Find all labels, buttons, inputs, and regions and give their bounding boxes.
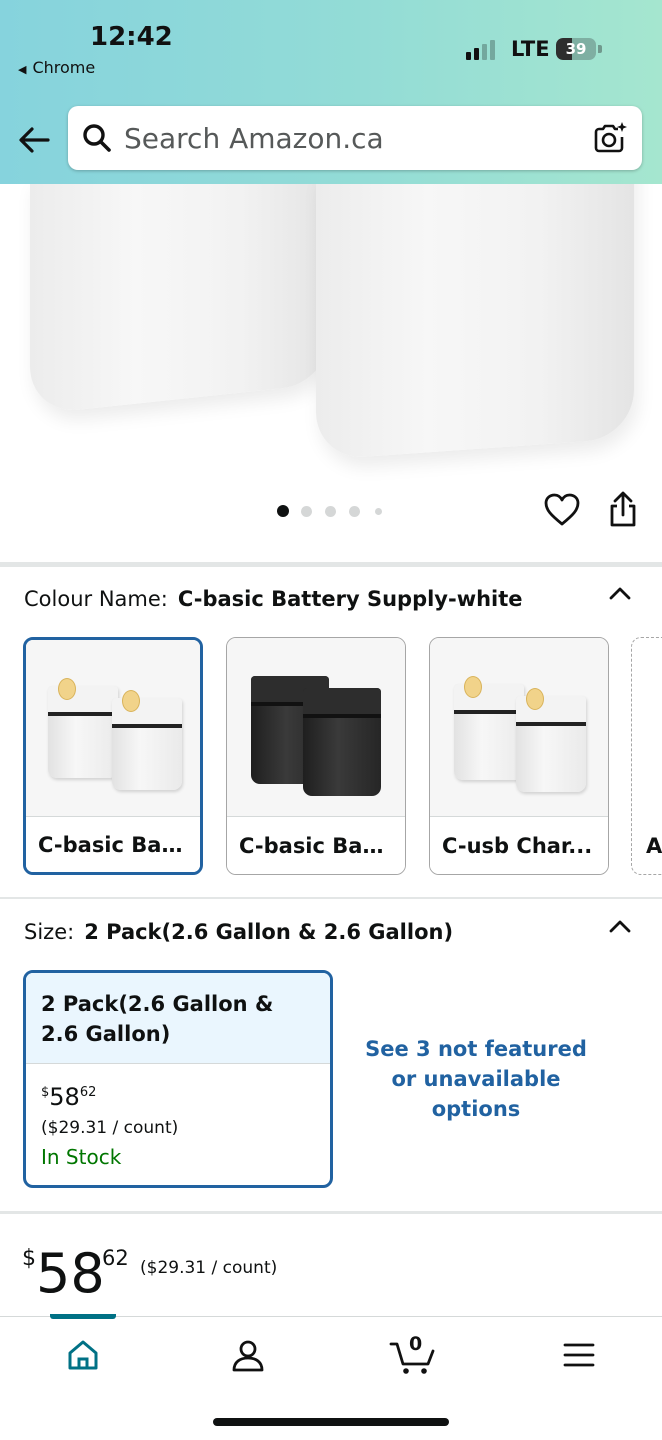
price-whole: 58	[49, 1083, 80, 1111]
nav-home[interactable]	[58, 1333, 108, 1377]
swatch-image	[227, 638, 405, 816]
price-symbol: $	[22, 1246, 36, 1271]
battery-tip	[598, 45, 602, 53]
colour-option-partial[interactable]: A	[631, 637, 662, 875]
colour-option-black-battery[interactable]: C-basic Bat...	[226, 637, 406, 875]
see-more-options-link[interactable]: See 3 not featured or unavailable option…	[356, 1034, 596, 1124]
share-icon	[610, 491, 636, 527]
status-time: 12:42	[90, 22, 173, 52]
wishlist-button[interactable]	[543, 492, 581, 528]
nav-menu[interactable]	[554, 1333, 604, 1377]
signal-strength-icon	[466, 40, 502, 60]
section-divider	[0, 562, 662, 567]
swatch-image	[26, 640, 200, 818]
pagination-dot[interactable]	[301, 506, 312, 517]
pagination-dot[interactable]	[375, 508, 382, 515]
network-type: LTE	[511, 37, 550, 61]
colour-label: Colour Name: C-basic Battery Supply-white	[24, 587, 523, 611]
camera-search-icon[interactable]	[592, 120, 628, 156]
pagination-dot[interactable]	[277, 505, 289, 517]
price-fraction: 62	[79, 1085, 97, 1100]
size-option-title: 2 Pack(2.6 Gallon & 2.6 Gallon)	[26, 973, 330, 1064]
active-tab-indicator	[50, 1314, 116, 1319]
availability-status: In Stock	[41, 1145, 122, 1169]
home-indicator[interactable]	[213, 1418, 449, 1426]
home-icon	[68, 1340, 98, 1370]
swatch-label: C-basic Bat...	[26, 816, 200, 872]
swatch-label: A	[646, 834, 662, 858]
size-option-card[interactable]: 2 Pack(2.6 Gallon & 2.6 Gallon) $5862 ($…	[23, 970, 333, 1188]
search-input[interactable]	[124, 118, 574, 158]
chevron-up-icon[interactable]	[607, 917, 633, 935]
colour-value: C-basic Battery Supply-white	[177, 587, 523, 611]
share-button[interactable]	[604, 490, 642, 530]
battery-icon: 39	[556, 38, 596, 60]
chevron-up-icon[interactable]	[607, 584, 633, 602]
colour-label-text: Colour Name:	[24, 587, 168, 611]
product-bin-left	[30, 184, 330, 415]
nav-cart[interactable]: 0	[386, 1333, 436, 1377]
product-bin-right	[316, 184, 634, 461]
back-triangle-icon: ◀	[18, 63, 27, 76]
menu-icon	[563, 1343, 595, 1367]
swatch-label: C-usb Char...	[430, 816, 608, 874]
size-option-unit-price: ($29.31 / count)	[41, 1118, 179, 1138]
unit-price: ($29.31 / count)	[140, 1258, 278, 1278]
colour-option-white-usb[interactable]: C-usb Char...	[429, 637, 609, 875]
back-to-app-link[interactable]: ◀ Chrome	[18, 58, 95, 77]
search-bar[interactable]	[68, 106, 642, 170]
nav-account[interactable]	[223, 1333, 273, 1377]
size-option-price: $5862	[41, 1083, 96, 1111]
account-icon	[232, 1340, 264, 1372]
heart-icon	[544, 493, 580, 526]
search-icon	[83, 124, 111, 152]
section-divider	[0, 1211, 662, 1214]
back-button[interactable]	[14, 120, 54, 160]
pagination-dot[interactable]	[349, 506, 360, 517]
swatch-image	[430, 638, 608, 816]
price-fraction: 62	[102, 1246, 129, 1270]
swatch-label: C-basic Bat...	[227, 816, 405, 874]
product-image[interactable]	[0, 184, 662, 494]
pagination-dot[interactable]	[325, 506, 336, 517]
back-app-label: Chrome	[32, 58, 96, 77]
colour-option-white-battery[interactable]: C-basic Bat...	[23, 637, 203, 875]
section-divider	[0, 897, 662, 899]
size-label-text: Size:	[24, 920, 75, 944]
price-symbol: $	[41, 1085, 50, 1100]
cart-count-badge: 0	[409, 1333, 423, 1355]
top-header: 12:42 ◀ Chrome LTE 39	[0, 0, 662, 184]
price-whole: 58	[36, 1242, 105, 1305]
battery-level: 39	[565, 40, 587, 58]
back-arrow-icon	[19, 127, 50, 153]
size-label: Size: 2 Pack(2.6 Gallon & 2.6 Gallon)	[24, 920, 453, 944]
size-value: 2 Pack(2.6 Gallon & 2.6 Gallon)	[84, 920, 454, 944]
